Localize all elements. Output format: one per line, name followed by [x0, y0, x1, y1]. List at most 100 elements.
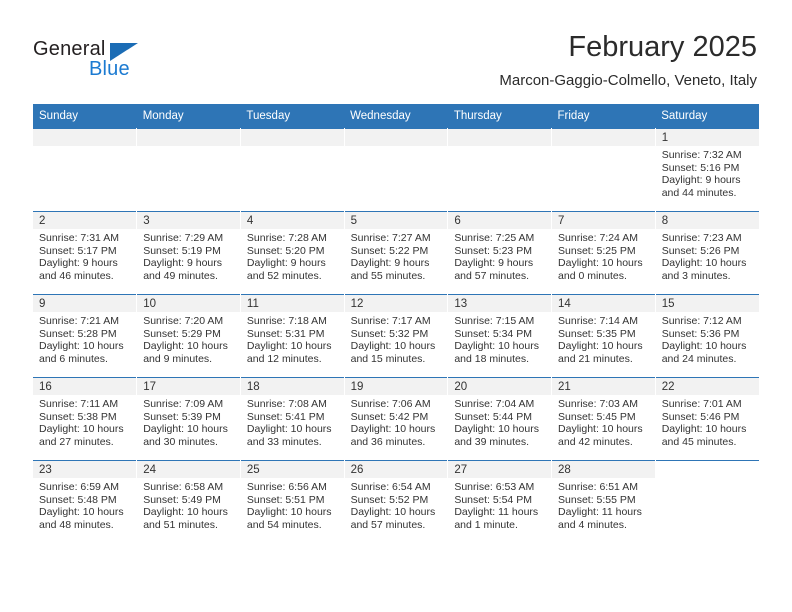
- sunset-time: Sunset: 5:54 PM: [454, 493, 532, 506]
- sunset-time: Sunset: 5:45 PM: [558, 410, 636, 423]
- calendar-day-cell[interactable]: 27 Sunrise: 6:53 AM Sunset: 5:54 PM Dayligh…: [447, 460, 553, 543]
- calendar-day-cell[interactable]: 7 Sunrise: 7:24 AM Sunset: 5:25 PM Daylight…: [551, 211, 656, 295]
- calendar-day-cell[interactable]: 1 Sunrise: 7:32 AM Sunset: 5:16 PM Daylight…: [655, 128, 759, 212]
- day-details: Sunrise: 6:58 AM Sunset: 5:49 PM Daylight:…: [137, 478, 240, 531]
- calendar-day-cell[interactable]: 5 Sunrise: 7:27 AM Sunset: 5:22 PM Daylight…: [344, 211, 449, 295]
- day-number: 5: [344, 212, 448, 229]
- day-number: 9: [33, 295, 137, 312]
- day-number: 10: [137, 295, 240, 312]
- day-number: 12: [344, 295, 448, 312]
- calendar-day-cell[interactable]: 11 Sunrise: 7:18 AM Sunset: 5:31 PM Dayligh…: [240, 294, 345, 378]
- calendar-day-cell[interactable]: 28 Sunrise: 6:51 AM Sunset: 5:55 PM Dayligh…: [551, 460, 656, 543]
- calendar-day-cell[interactable]: 12 Sunrise: 7:17 AM Sunset: 5:32 PM Dayligh…: [344, 294, 449, 378]
- sunset-time: Sunset: 5:26 PM: [661, 244, 740, 257]
- day-details: Sunrise: 7:17 AM Sunset: 5:32 PM Daylight:…: [345, 312, 448, 365]
- calendar-day-cell[interactable]: 9 Sunrise: 7:21 AM Sunset: 5:28 PM Daylight…: [33, 294, 138, 378]
- calendar-day-cell[interactable]: 14 Sunrise: 7:14 AM Sunset: 5:35 PM Dayligh…: [551, 294, 656, 378]
- day-number: 11: [240, 295, 344, 312]
- general-blue-logo: General Blue: [33, 38, 153, 84]
- daylight-duration-line1: Daylight: 10 hours: [246, 506, 332, 519]
- day-details: Sunrise: 7:32 AM Sunset: 5:16 PM Daylight:…: [656, 146, 759, 199]
- calendar-day-cell[interactable]: 26 Sunrise: 6:54 AM Sunset: 5:52 PM Dayligh…: [344, 460, 449, 543]
- sunset-time: Sunset: 5:16 PM: [661, 161, 740, 174]
- calendar-day-cell[interactable]: 6 Sunrise: 7:25 AM Sunset: 5:23 PM Daylight…: [447, 211, 553, 295]
- sunrise-time: Sunrise: 7:04 AM: [454, 398, 535, 410]
- calendar-day-cell[interactable]: 21 Sunrise: 7:03 AM Sunset: 5:45 PM Dayligh…: [551, 377, 656, 461]
- day-number: 26: [344, 461, 448, 478]
- calendar-day-cell[interactable]: 22 Sunrise: 7:01 AM Sunset: 5:46 PM Dayligh…: [655, 377, 759, 461]
- sunset-time: Sunset: 5:44 PM: [454, 410, 532, 423]
- calendar-day-cell[interactable]: 4 Sunrise: 7:28 AM Sunset: 5:20 PM Daylight…: [240, 211, 345, 295]
- page-header: General Blue February 2025 Marcon-Gaggio…: [0, 0, 792, 104]
- daylight-duration-line2: and 57 minutes.: [350, 518, 426, 531]
- daylight-duration-line1: Daylight: 10 hours: [246, 340, 332, 353]
- daylight-duration-line2: and 9 minutes.: [143, 352, 213, 365]
- calendar-day-cell[interactable]: 3 Sunrise: 7:29 AM Sunset: 5:19 PM Daylight…: [136, 211, 241, 295]
- weekday-header-wednesday: Wednesday: [344, 104, 448, 129]
- daylight-duration-line2: and 12 minutes.: [246, 352, 322, 365]
- day-details: Sunrise: 7:01 AM Sunset: 5:46 PM Daylight:…: [656, 395, 759, 448]
- day-number: [240, 129, 344, 146]
- weekday-header-friday: Friday: [551, 104, 656, 129]
- daylight-duration-line1: Daylight: 11 hours: [558, 506, 642, 519]
- calendar-day-cell[interactable]: 13 Sunrise: 7:15 AM Sunset: 5:34 PM Dayligh…: [447, 294, 553, 378]
- daylight-duration-line2: and 44 minutes.: [661, 186, 737, 199]
- daylight-duration-line2: and 18 minutes.: [454, 352, 530, 365]
- day-number: [552, 129, 655, 146]
- day-details: Sunrise: 7:31 AM Sunset: 5:17 PM Daylight:…: [33, 229, 136, 282]
- sunset-time: Sunset: 5:49 PM: [143, 493, 221, 506]
- logo-text-blue: Blue: [89, 58, 130, 80]
- calendar-empty-cell: [33, 128, 138, 212]
- daylight-duration-line2: and 6 minutes.: [39, 352, 108, 365]
- day-number: [655, 461, 759, 478]
- sunrise-time: Sunrise: 7:06 AM: [350, 398, 431, 410]
- sunrise-time: Sunrise: 7:14 AM: [558, 315, 638, 327]
- day-number: 19: [344, 378, 448, 395]
- calendar-week-row: 23 Sunrise: 6:59 AM Sunset: 5:48 PM Dayligh…: [33, 460, 759, 543]
- day-number: [33, 129, 137, 146]
- daylight-duration-line1: Daylight: 10 hours: [661, 423, 747, 436]
- calendar-day-cell[interactable]: 19 Sunrise: 7:06 AM Sunset: 5:42 PM Dayligh…: [344, 377, 449, 461]
- calendar-day-cell[interactable]: 2 Sunrise: 7:31 AM Sunset: 5:17 PM Daylight…: [33, 211, 138, 295]
- day-details: Sunrise: 7:03 AM Sunset: 5:45 PM Daylight:…: [552, 395, 655, 448]
- calendar-empty-cell: [447, 128, 553, 212]
- sunset-time: Sunset: 5:52 PM: [350, 493, 429, 506]
- day-details: Sunrise: 6:53 AM Sunset: 5:54 PM Daylight:…: [448, 478, 551, 531]
- daylight-duration-line2: and 39 minutes.: [454, 435, 530, 448]
- sunset-time: Sunset: 5:32 PM: [350, 327, 429, 340]
- day-details: Sunrise: 6:51 AM Sunset: 5:55 PM Daylight:…: [552, 478, 655, 531]
- calendar-day-cell[interactable]: 16 Sunrise: 7:11 AM Sunset: 5:38 PM Dayligh…: [33, 377, 138, 461]
- sunset-time: Sunset: 5:42 PM: [350, 410, 429, 423]
- daylight-duration-line2: and 27 minutes.: [39, 435, 114, 448]
- calendar-day-cell[interactable]: 15 Sunrise: 7:12 AM Sunset: 5:36 PM Dayligh…: [655, 294, 759, 378]
- sunrise-time: Sunrise: 6:51 AM: [558, 481, 638, 493]
- daylight-duration-line2: and 57 minutes.: [454, 269, 530, 282]
- day-details: Sunrise: 7:15 AM Sunset: 5:34 PM Daylight:…: [448, 312, 551, 365]
- calendar-week-row: 16 Sunrise: 7:11 AM Sunset: 5:38 PM Dayligh…: [33, 377, 759, 461]
- page-subtitle-location: Marcon-Gaggio-Colmello, Veneto, Italy: [499, 72, 757, 89]
- day-number: 6: [448, 212, 552, 229]
- calendar-day-cell[interactable]: 8 Sunrise: 7:23 AM Sunset: 5:26 PM Daylight…: [655, 211, 759, 295]
- day-number: 7: [552, 212, 655, 229]
- weekday-header-thursday: Thursday: [447, 104, 552, 129]
- calendar-day-cell[interactable]: 20 Sunrise: 7:04 AM Sunset: 5:44 PM Dayligh…: [447, 377, 553, 461]
- daylight-duration-line2: and 3 minutes.: [661, 269, 731, 282]
- calendar-day-cell[interactable]: 24 Sunrise: 6:58 AM Sunset: 5:49 PM Dayligh…: [136, 460, 241, 543]
- calendar-day-cell[interactable]: 18 Sunrise: 7:08 AM Sunset: 5:41 PM Dayligh…: [240, 377, 345, 461]
- daylight-duration-line2: and 46 minutes.: [39, 269, 114, 282]
- weekday-header-tuesday: Tuesday: [240, 104, 345, 129]
- daylight-duration-line1: Daylight: 10 hours: [661, 257, 747, 270]
- day-number: 15: [655, 295, 759, 312]
- daylight-duration-line1: Daylight: 10 hours: [558, 423, 643, 436]
- calendar-empty-cell: [655, 460, 759, 543]
- calendar-day-cell[interactable]: 10 Sunrise: 7:20 AM Sunset: 5:29 PM Dayligh…: [136, 294, 241, 378]
- sunset-time: Sunset: 5:39 PM: [143, 410, 221, 423]
- day-number: 1: [655, 129, 759, 146]
- calendar-empty-cell: [240, 128, 345, 212]
- daylight-duration-line2: and 24 minutes.: [661, 352, 737, 365]
- calendar-day-cell[interactable]: 23 Sunrise: 6:59 AM Sunset: 5:48 PM Dayligh…: [33, 460, 138, 543]
- calendar-day-cell[interactable]: 25 Sunrise: 6:56 AM Sunset: 5:51 PM Dayligh…: [240, 460, 345, 543]
- sunset-time: Sunset: 5:48 PM: [39, 493, 117, 506]
- sunset-time: Sunset: 5:51 PM: [246, 493, 325, 506]
- calendar-day-cell[interactable]: 17 Sunrise: 7:09 AM Sunset: 5:39 PM Dayligh…: [136, 377, 241, 461]
